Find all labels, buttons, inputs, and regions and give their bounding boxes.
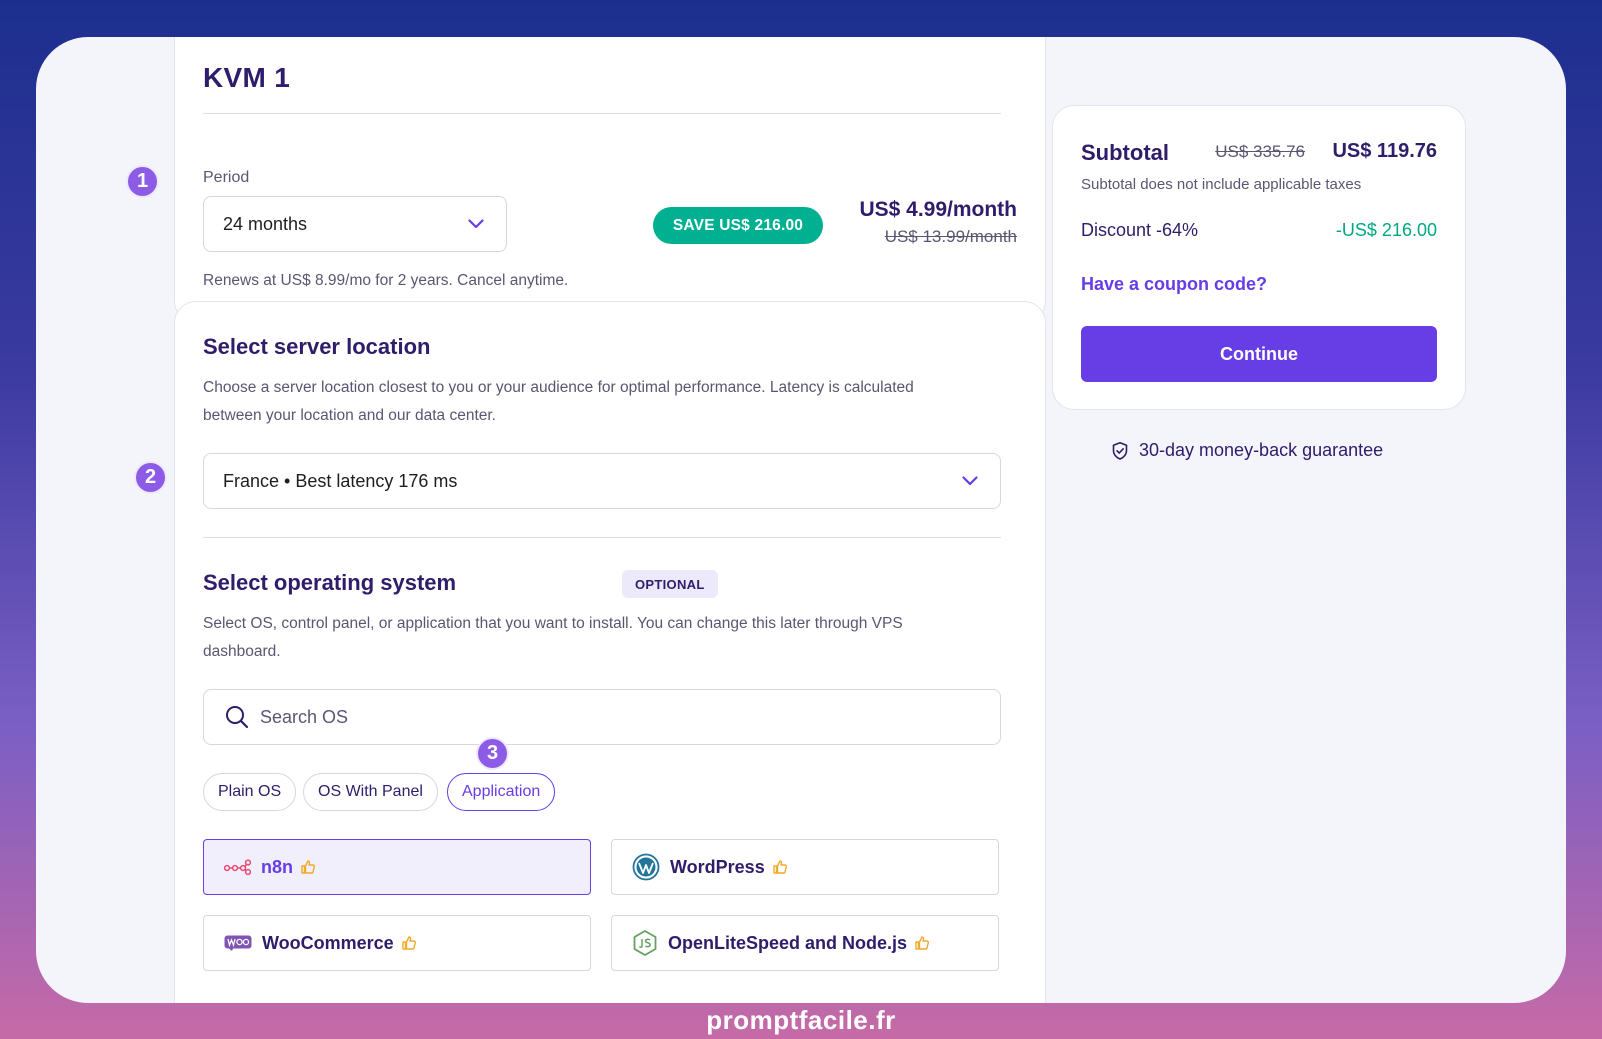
os-description-line2: dashboard. [203,643,281,660]
original-price: US$ 13.99/month [884,227,1017,246]
search-icon [226,706,249,729]
discount-label: Discount -64% [1081,220,1199,240]
app-name: OpenLiteSpeed and Node.js [668,932,908,953]
n8n-logo-icon [224,859,251,875]
nodejs-logo-icon [633,930,657,956]
thumbs-up-icon [301,860,315,874]
save-badge: SAVE US$ 216.00 [653,207,823,244]
app-option-openlitespeed-nodejs[interactable]: OpenLiteSpeed and Node.js [611,915,999,971]
os-heading: Select operating system [203,570,457,595]
coupon-code-link[interactable]: Have a coupon code? [1081,274,1267,295]
filter-plain-os[interactable]: Plain OS [203,773,297,811]
divider [203,537,1001,538]
app-name: WordPress [670,856,765,877]
period-label: Period [203,169,250,186]
app-option-n8n[interactable]: n8n [203,839,591,895]
app-name: n8n [261,856,294,877]
filter-os-with-panel[interactable]: OS With Panel [303,773,438,811]
shield-check-icon [1112,441,1128,460]
discount-value: -US$ 216.00 [1335,220,1437,240]
period-select[interactable]: 24 months [203,196,507,252]
thumbs-up-icon [773,860,787,874]
os-description-line1: Select OS, control panel, or application… [203,615,903,632]
money-back-guarantee: 30-day money-back guarantee [1110,440,1383,461]
location-description-line1: Choose a server location closest to you … [203,379,914,396]
subtotal-price: US$ 119.76 [1332,140,1437,162]
filter-application[interactable]: Application [447,773,556,811]
plan-card: KVM 1 Period 24 months SAVE US$ 216.00 U… [174,37,1046,323]
plan-title: KVM 1 [203,62,291,93]
os-search-field[interactable] [203,689,1001,745]
chevron-down-icon [468,219,484,229]
watermark: promptfacile.fr [706,1005,896,1035]
thumbs-up-icon [915,936,930,950]
thumbs-up-icon [402,936,416,950]
location-select[interactable]: France • Best latency 176 ms [203,453,1001,509]
subtotal-original-price: US$ 335.76 [1215,142,1305,161]
app-option-wordpress[interactable]: WordPress [611,839,999,895]
optional-badge: OPTIONAL [622,570,718,598]
step-badge-1: 1 [126,165,159,198]
subtotal-label: Subtotal [1081,140,1169,165]
app-option-woocommerce[interactable]: WooCommerce [203,915,591,971]
step-badge-3: 3 [476,737,509,770]
guarantee-text: 30-day money-back guarantee [1139,440,1384,460]
step-badge-2: 2 [134,461,167,494]
price-per-month: US$ 4.99/month [859,198,1017,221]
divider [203,113,1001,114]
configuration-card: Select server location Choose a server l… [174,301,1046,1003]
os-search-input[interactable] [260,706,860,728]
order-summary-card: Subtotal US$ 335.76 US$ 119.76 Subtotal … [1052,105,1466,410]
chevron-down-icon [962,476,978,486]
location-heading: Select server location [203,334,431,359]
checkout-window: KVM 1 Period 24 months SAVE US$ 216.00 U… [36,37,1566,1003]
location-description-line2: between your location and our data cente… [203,407,496,424]
continue-button[interactable]: Continue [1081,326,1437,382]
renewal-note: Renews at US$ 8.99/mo for 2 years. Cance… [203,272,569,289]
wordpress-logo-icon [632,853,660,881]
period-value: 24 months [223,213,308,234]
subtotal-tax-note: Subtotal does not include applicable tax… [1081,176,1362,193]
app-name: WooCommerce [262,932,394,953]
location-value: France • Best latency 176 ms [223,470,458,491]
woocommerce-logo-icon [224,935,252,951]
